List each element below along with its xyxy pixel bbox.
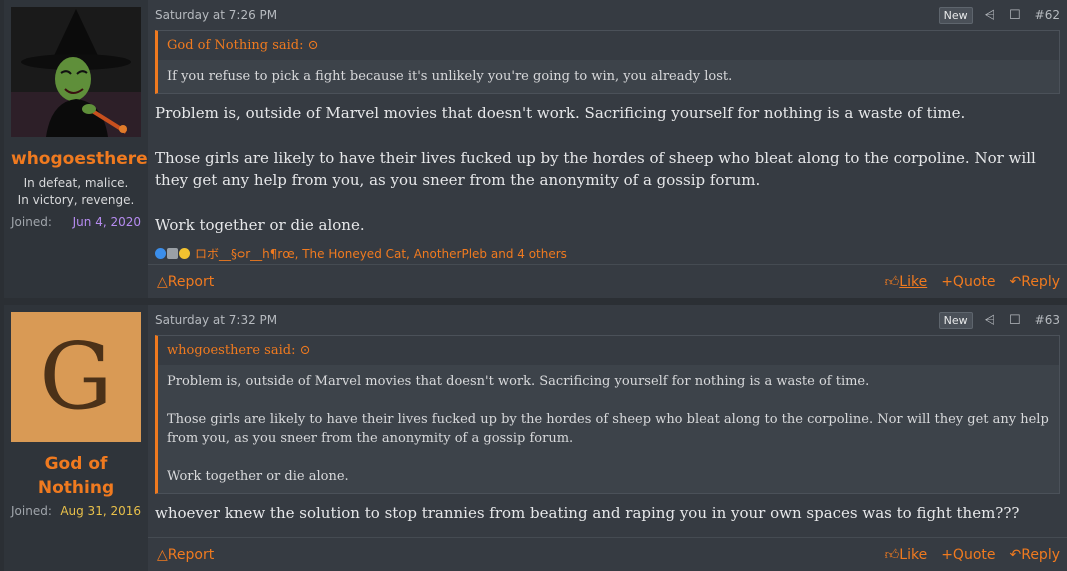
- joined-label: Joined:: [11, 215, 52, 229]
- joined-date: Jun 4, 2020: [72, 215, 141, 229]
- user-info: whogoesthere In defeat, malice. In victo…: [4, 0, 148, 298]
- post-63: G God of Nothing Joined: Aug 31, 2016 Sa…: [4, 305, 1067, 571]
- go-to-quote-icon[interactable]: ⊙: [308, 38, 319, 53]
- username[interactable]: whogoesthere: [11, 147, 148, 171]
- message-paragraph: Work together or die alone.: [155, 216, 365, 234]
- quote-header[interactable]: whogoesthere said: ⊙: [158, 336, 1059, 365]
- share-icon[interactable]: ⩤: [985, 313, 995, 328]
- post-header: Saturday at 7:26 PM New ⩤ ☐ #62: [155, 0, 1060, 30]
- post-number[interactable]: #62: [1035, 8, 1060, 22]
- quote-paragraph: Work together or die alone.: [167, 469, 349, 484]
- thinking-reaction-icon: [179, 248, 190, 259]
- like-link[interactable]: Like: [899, 547, 927, 563]
- post-content: Saturday at 7:26 PM New ⩤ ☐ #62 God of N…: [148, 0, 1067, 298]
- post-date[interactable]: Saturday at 7:26 PM: [155, 8, 939, 22]
- username[interactable]: God of Nothing: [11, 452, 141, 500]
- quote-plus-icon[interactable]: +: [941, 547, 953, 563]
- user-title: In defeat, malice. In victory, revenge.: [17, 176, 135, 207]
- share-icon[interactable]: ⩤: [985, 8, 995, 23]
- reply-icon[interactable]: ↶: [1009, 274, 1021, 290]
- reaction-icon: [167, 248, 178, 259]
- report-icon[interactable]: △: [157, 547, 168, 563]
- post-header: Saturday at 7:32 PM New ⩤ ☐ #63: [155, 305, 1060, 335]
- quote-link[interactable]: Quote: [953, 547, 996, 563]
- quote-plus-icon[interactable]: +: [941, 274, 953, 290]
- bookmark-icon[interactable]: ☐: [1009, 8, 1021, 23]
- post-number[interactable]: #63: [1035, 313, 1060, 327]
- new-badge: New: [938, 6, 973, 24]
- joined-row: Joined: Jun 4, 2020: [11, 215, 141, 229]
- quote-paragraph: Problem is, outside of Marvel movies tha…: [167, 374, 870, 389]
- go-to-quote-icon[interactable]: ⊙: [300, 343, 311, 358]
- post-content: Saturday at 7:32 PM New ⩤ ☐ #63 whogoest…: [148, 305, 1067, 571]
- joined-date: Aug 31, 2016: [60, 504, 141, 518]
- report-icon[interactable]: △: [157, 274, 168, 290]
- message-body: Problem is, outside of Marvel movies tha…: [155, 102, 1060, 236]
- post-date[interactable]: Saturday at 7:32 PM: [155, 313, 939, 327]
- quote-paragraph: If you refuse to pick a fight because it…: [167, 69, 733, 84]
- message-paragraph: Problem is, outside of Marvel movies tha…: [155, 104, 966, 122]
- quote-block: whogoesthere said: ⊙ Problem is, outside…: [155, 335, 1060, 494]
- like-icon[interactable]: 👍︎: [885, 546, 900, 563]
- report-link[interactable]: Report: [168, 274, 214, 290]
- reactions-list[interactable]: ロボ__§ᴑr__h¶rœ, The Honeyed Cat, AnotherP…: [195, 245, 567, 262]
- joined-row: Joined: Aug 31, 2016: [11, 504, 141, 518]
- message-body: whoever knew the solution to stop tranni…: [155, 502, 1060, 524]
- reply-icon[interactable]: ↶: [1009, 547, 1021, 563]
- avatar-letter: G: [39, 323, 113, 430]
- quote-paragraph: Those girls are likely to have their liv…: [167, 412, 1049, 446]
- message-paragraph: whoever knew the solution to stop tranni…: [155, 504, 1020, 522]
- quote-link[interactable]: Quote: [953, 274, 996, 290]
- post-actions: △Report 👍︎ Like + Quote ↶ Reply: [148, 264, 1067, 298]
- like-link[interactable]: Like: [899, 274, 927, 290]
- bookmark-icon[interactable]: ☐: [1009, 313, 1021, 328]
- quote-header[interactable]: God of Nothing said: ⊙: [158, 31, 1059, 60]
- quote-body: If you refuse to pick a fight because it…: [158, 60, 1059, 93]
- avatar[interactable]: G: [11, 312, 141, 442]
- quote-block: God of Nothing said: ⊙ If you refuse to …: [155, 30, 1060, 94]
- reply-link[interactable]: Reply: [1021, 274, 1060, 290]
- reply-link[interactable]: Reply: [1021, 547, 1060, 563]
- quote-body: Problem is, outside of Marvel movies tha…: [158, 365, 1059, 493]
- post-actions: △Report 👍︎ Like + Quote ↶ Reply: [148, 537, 1067, 571]
- new-badge: New: [938, 311, 973, 329]
- quote-author[interactable]: God of Nothing said:: [167, 38, 304, 53]
- reactions-bar[interactable]: ロボ__§ᴑr__h¶rœ, The Honeyed Cat, AnotherP…: [155, 245, 1060, 262]
- like-reaction-icon: [155, 248, 166, 259]
- joined-label: Joined:: [11, 504, 52, 518]
- message-paragraph: Those girls are likely to have their liv…: [155, 149, 1036, 189]
- quote-author[interactable]: whogoesthere said:: [167, 343, 295, 358]
- like-icon[interactable]: 👍︎: [885, 273, 900, 290]
- user-info: G God of Nothing Joined: Aug 31, 2016: [4, 305, 148, 571]
- report-link[interactable]: Report: [168, 547, 214, 563]
- post-62: whogoesthere In defeat, malice. In victo…: [4, 0, 1067, 298]
- avatar[interactable]: [11, 7, 141, 137]
